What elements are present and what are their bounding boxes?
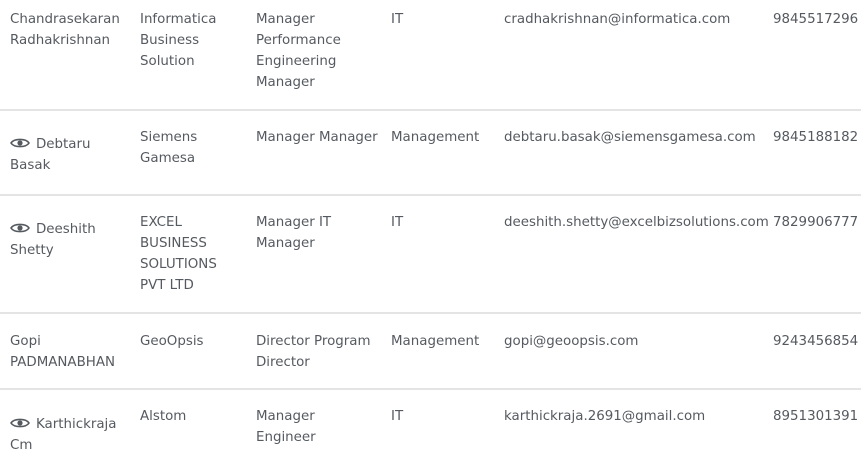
contact-email[interactable]: karthickraja.2691@gmail.com [504,406,705,427]
contact-email[interactable]: debtaru.basak@siemensgamesa.com [504,127,756,148]
eye-icon[interactable] [10,417,30,429]
contact-department: Management [391,334,480,349]
contact-name[interactable]: Deeshith Shetty [10,219,130,261]
contact-first-name: Debtaru [36,137,91,152]
table-row: Deeshith Shetty EXCEL BUSINESS SOLUTIONS… [0,196,861,314]
contact-email[interactable]: deeshith.shetty@excelbizsolutions.com [504,212,769,233]
eye-icon[interactable] [10,222,30,234]
contact-name[interactable]: Debtaru Basak [10,134,130,176]
contact-job-title: Director Program Director [256,334,371,370]
contact-first-name: Karthickraja [36,417,117,432]
contact-job-title: Manager Engineer [256,409,316,445]
contact-company: GeoOpsis [140,334,204,349]
contact-name[interactable]: Karthickraja Cm [10,414,130,456]
contact-last-name: Shetty [10,243,54,258]
contact-name[interactable]: Chandrasekaran Radhakrishnan [10,9,130,51]
table-row: Karthickraja Cm Alstom Manager Engineer … [0,390,861,468]
table-row: Debtaru Basak Siemens Gamesa Manager Man… [0,111,861,196]
contact-email[interactable]: gopi@geoopsis.com [504,331,638,352]
contact-last-name: Cm [10,438,33,453]
contact-job-title: Manager Performance Engineering Manager [256,12,341,90]
contact-first-name: Deeshith [36,222,96,237]
contact-job-title: Manager Manager [256,130,378,145]
contact-company: Informatica Business Solution [140,12,217,69]
contact-email[interactable]: cradhakrishnan@informatica.com [504,9,730,30]
contact-department: IT [391,12,404,27]
contact-company: Alstom [140,409,187,424]
contact-phone: 9845188182 [773,130,859,145]
contact-department: IT [391,215,404,230]
contact-job-title: Manager IT Manager [256,215,332,251]
contact-last-name: Radhakrishnan [10,33,111,48]
contact-name[interactable]: Gopi PADMANABHAN [10,331,130,373]
contact-first-name: Chandrasekaran [10,12,120,27]
table-row: Gopi PADMANABHAN GeoOpsis Director Progr… [0,314,861,390]
contact-company: EXCEL BUSINESS SOLUTIONS PVT LTD [140,215,217,293]
contact-company: Siemens Gamesa [140,130,198,166]
table-row: Chandrasekaran Radhakrishnan Informatica… [0,0,861,111]
contact-first-name: Gopi [10,334,41,349]
contact-last-name: PADMANABHAN [10,355,116,370]
contact-phone: 9845517296 [773,12,859,27]
contact-phone: 7829906777 [773,215,859,230]
contact-last-name: Basak [10,158,51,173]
eye-icon[interactable] [10,137,30,149]
contact-phone: 9243456854 [773,334,859,349]
contact-department: IT [391,409,404,424]
contact-department: Management [391,130,480,145]
contact-phone: 8951301391 [773,409,859,424]
